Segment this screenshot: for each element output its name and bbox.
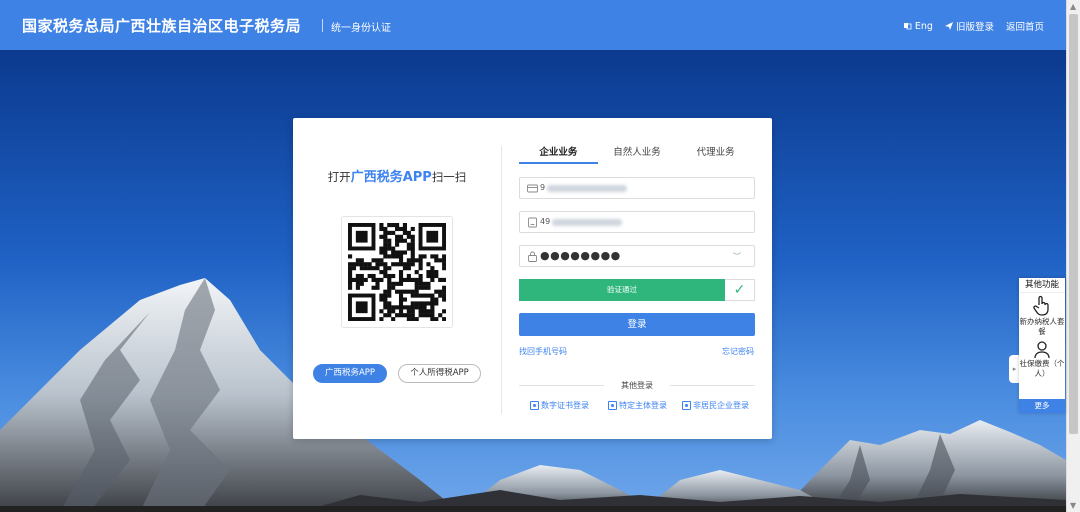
verification-bar: 验证通过 [519, 279, 725, 301]
certificate-icon [530, 401, 539, 410]
lock-icon [528, 251, 537, 262]
digital-certificate-label: 数字证书登录 [541, 401, 589, 410]
scroll-up-icon[interactable]: ▲ [1070, 2, 1076, 11]
scroll-thumb[interactable] [1069, 14, 1078, 434]
personal-income-tax-app-button[interactable]: 个人所得税APP [398, 364, 481, 383]
account-value: 49 [540, 217, 551, 226]
header-links: Eng 旧版登录 返回首页 [903, 19, 1044, 33]
site-subtitle: 统一身份认证 [331, 23, 391, 34]
tab-natural-person[interactable]: 自然人业务 [598, 144, 677, 164]
enterprise-icon [682, 401, 691, 410]
scroll-down-icon[interactable]: ▼ [1070, 501, 1076, 510]
english-link[interactable]: Eng [903, 19, 933, 33]
id-card-icon [527, 184, 538, 193]
credit-code-blurred [547, 185, 627, 192]
hand-pointer-icon [1033, 295, 1049, 316]
login-tabs: 企业业务 自然人业务 代理业务 [519, 144, 755, 164]
new-taxpayer-package-label: 新办纳税人套餐 [1019, 317, 1065, 336]
eye-closed-icon[interactable]: ︶ [733, 251, 741, 262]
old-version-login-label: 旧版登录 [955, 22, 994, 33]
other-functions-title: 其他功能 [1019, 278, 1065, 293]
account-field[interactable]: 49 [519, 211, 755, 233]
login-card: 打开广西税务APP扫一扫 广西税务APP 个人所得税APP 企业业务 自然人业务… [293, 118, 772, 439]
scan-instruction: 打开广西税务APP扫一扫 [293, 166, 501, 185]
top-header: 国家税务总局广西壮族自治区电子税务局 统一身份认证 Eng 旧版登录 返回首页 [0, 0, 1080, 50]
translate-icon [903, 23, 912, 30]
header-divider [322, 19, 323, 32]
other-login-separator: 其他登录 [519, 380, 755, 390]
old-version-login-link[interactable]: 旧版登录 [944, 19, 994, 33]
tab-agent[interactable]: 代理业务 [676, 144, 755, 164]
back-home-label: 返回首页 [1005, 22, 1044, 33]
password-mask: ●●●●●●●● [540, 249, 621, 262]
forgot-password-link[interactable]: 忘记密码 [722, 346, 754, 357]
non-resident-enterprise-login[interactable]: 非居民企业登录 [682, 400, 749, 411]
social-insurance-label: 社保缴费（个人） [1019, 359, 1065, 378]
person-icon [1034, 341, 1050, 359]
credit-code-value: 9 [540, 183, 546, 192]
card-divider [501, 146, 502, 414]
digital-certificate-login[interactable]: 数字证书登录 [530, 400, 589, 411]
specific-subject-label: 特定主体登录 [619, 401, 667, 410]
specific-subject-login[interactable]: 特定主体登录 [608, 400, 667, 411]
bottom-strip [0, 506, 1066, 512]
vertical-scrollbar[interactable]: ▲ ▼ [1066, 0, 1080, 512]
phone-icon [528, 217, 537, 228]
scan-prefix: 打开 [327, 170, 351, 184]
new-taxpayer-package-item[interactable]: 新办纳税人套餐 [1019, 293, 1065, 337]
scan-app-name: 广西税务APP [350, 170, 432, 185]
more-button[interactable]: 更多 [1019, 399, 1065, 413]
find-phone-link[interactable]: 找回手机号码 [519, 346, 567, 357]
send-icon [944, 22, 953, 30]
other-functions-panel: 其他功能 新办纳税人套餐 社保缴费（个人） 更多 [1019, 278, 1065, 413]
check-icon: ✓ [725, 279, 755, 301]
qr-code [341, 216, 453, 328]
password-field[interactable]: ●●●●●●●● ︶ [519, 245, 755, 267]
guangxi-tax-app-button[interactable]: 广西税务APP [313, 364, 387, 383]
slider-verification[interactable]: 验证通过 ✓ [519, 279, 755, 301]
non-resident-enterprise-label: 非居民企业登录 [693, 401, 749, 410]
credit-code-field[interactable]: 9 [519, 177, 755, 199]
qr-code-image [348, 223, 447, 322]
site-title: 国家税务总局广西壮族自治区电子税务局 [22, 17, 302, 35]
separator-line-right [670, 385, 755, 386]
subject-icon [608, 401, 617, 410]
back-home-link[interactable]: 返回首页 [1006, 19, 1044, 33]
english-link-label: Eng [914, 20, 933, 32]
social-insurance-item[interactable]: 社保缴费（个人） [1019, 337, 1065, 379]
tab-enterprise[interactable]: 企业业务 [519, 144, 598, 164]
login-button[interactable]: 登录 [519, 313, 755, 336]
scan-suffix: 扫一扫 [431, 170, 467, 184]
account-blurred [552, 219, 622, 226]
